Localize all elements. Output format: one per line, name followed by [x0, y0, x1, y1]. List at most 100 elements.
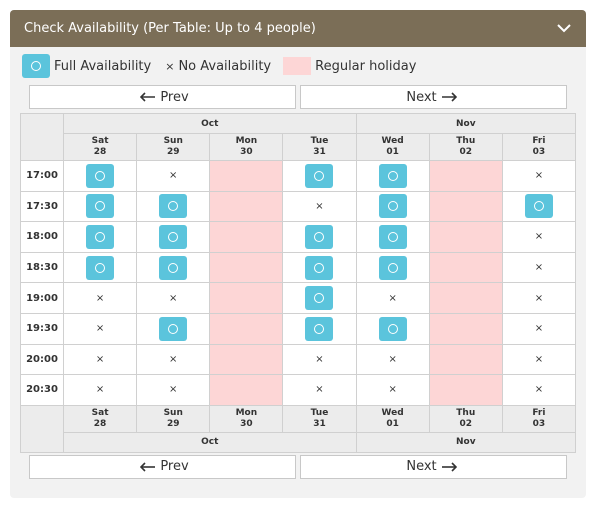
holiday-swatch: [283, 57, 312, 75]
day-of-week: Mon: [235, 136, 258, 146]
day-date: 31: [313, 147, 326, 157]
cross-icon: ×: [534, 384, 544, 396]
book-slot-button[interactable]: [378, 194, 407, 219]
day-of-week: Sun: [163, 407, 183, 418]
next-label: Next: [406, 459, 437, 475]
chevron-down-icon[interactable]: [556, 21, 572, 37]
slot-holiday: [428, 282, 503, 314]
slot-available: [62, 221, 138, 253]
day-date: 28: [93, 418, 107, 429]
day-header: Sun 29: [136, 404, 211, 433]
day-date: 30: [240, 418, 253, 429]
day-date: 28: [93, 147, 107, 157]
slot-unavailable: ×: [355, 343, 430, 376]
day-date: 29: [166, 418, 180, 429]
arrow-left-icon: [140, 462, 156, 472]
day-date: 03: [532, 418, 546, 429]
day-row-bottom: Sat 28 Sun 29 Mon 30 Tue 31 Wed 01 Thu 02 Fri 03: [20, 404, 577, 453]
slot-available: [355, 312, 430, 345]
cross-icon: ×: [95, 384, 105, 396]
circle-icon: [168, 231, 179, 242]
circle-icon: [168, 323, 179, 334]
circle-icon: [95, 262, 106, 273]
slot-available: [355, 251, 430, 284]
slot-time: 20:00: [20, 343, 64, 376]
prev-label: Prev: [160, 89, 189, 105]
legend-holiday-label: Regular holiday: [315, 58, 417, 74]
slot-unavailable: ×: [501, 282, 577, 314]
circle-icon: [95, 201, 106, 212]
month-nov: Nov: [355, 113, 577, 134]
legend: Full Availability × No Availability Regu…: [10, 47, 586, 85]
book-slot-button[interactable]: [378, 163, 407, 188]
day-of-week: Mon: [235, 407, 258, 418]
circle-icon: [387, 170, 398, 181]
slot-time: 18:00: [20, 221, 64, 253]
book-slot-button[interactable]: [305, 163, 334, 188]
book-slot-button[interactable]: [305, 224, 334, 249]
day-date: 01: [386, 418, 399, 429]
book-slot-button[interactable]: [159, 194, 188, 219]
book-slot-button[interactable]: [305, 255, 334, 280]
slot-time: 17:00: [20, 160, 64, 192]
cross-icon: ×: [388, 384, 397, 396]
book-slot-button[interactable]: [378, 255, 407, 280]
slot-holiday: [209, 343, 284, 376]
next-button[interactable]: Next: [300, 85, 567, 109]
book-slot-button[interactable]: [378, 316, 407, 341]
book-slot-button[interactable]: [86, 255, 115, 280]
book-slot-button[interactable]: [86, 163, 115, 188]
availability-header[interactable]: Check Availability (Per Table: Up to 4 p…: [10, 10, 586, 47]
slot-unavailable: ×: [282, 343, 357, 376]
day-of-week: Thu: [456, 407, 476, 418]
full-availability-icon: [22, 54, 50, 78]
book-slot-button[interactable]: [86, 194, 115, 219]
month-row-bottom: Oct Nov: [21, 431, 577, 453]
slot-unavailable: ×: [136, 343, 211, 376]
day-date: 31: [313, 418, 326, 429]
book-slot-button[interactable]: [524, 194, 553, 219]
slot-holiday: [428, 374, 503, 406]
day-date: 30: [240, 147, 253, 157]
cross-icon: ×: [534, 262, 544, 274]
cross-icon: ×: [315, 200, 324, 212]
corner-cell-bottom: [20, 404, 64, 453]
cross-icon: ×: [169, 292, 178, 304]
slot-row: 17:00 × ×: [20, 160, 577, 192]
slot-unavailable: ×: [136, 282, 211, 314]
circle-icon: [314, 170, 325, 181]
slot-unavailable: ×: [62, 312, 138, 345]
book-slot-button[interactable]: [378, 224, 407, 249]
arrow-right-icon: [441, 92, 457, 102]
book-slot-button[interactable]: [159, 255, 188, 280]
day-of-week: Tue: [310, 407, 329, 418]
day-header: Tue 31: [282, 133, 357, 161]
legend-full-label: Full Availability: [54, 58, 152, 74]
prev-button[interactable]: Prev: [29, 85, 296, 109]
slot-available: [282, 312, 357, 345]
arrow-right-icon: [441, 462, 457, 472]
slot-holiday: [428, 312, 503, 345]
slot-holiday: [428, 343, 503, 376]
slot-available: [355, 160, 430, 192]
cross-icon: ×: [315, 353, 324, 365]
book-slot-button[interactable]: [86, 224, 115, 249]
slot-row: 18:00 ×: [20, 221, 577, 253]
slot-unavailable: ×: [355, 282, 430, 314]
prev-button-bottom[interactable]: Prev: [29, 454, 296, 479]
slot-time: 17:30: [20, 190, 64, 223]
slot-holiday: [209, 374, 284, 406]
next-button-bottom[interactable]: Next: [300, 454, 567, 479]
book-slot-button[interactable]: [305, 316, 334, 341]
slot-row: 19:30 × ×: [20, 312, 577, 345]
book-slot-button[interactable]: [305, 286, 334, 311]
slot-unavailable: ×: [62, 343, 138, 376]
day-date: 02: [459, 147, 473, 157]
book-slot-button[interactable]: [159, 224, 188, 249]
cross-icon: ×: [95, 353, 105, 365]
book-slot-button[interactable]: [159, 316, 188, 341]
month-oct-bottom: Oct: [63, 431, 357, 453]
day-header: Sat 28: [62, 133, 138, 161]
day-header: Sat 28: [62, 404, 138, 433]
slot-available: [501, 190, 577, 223]
